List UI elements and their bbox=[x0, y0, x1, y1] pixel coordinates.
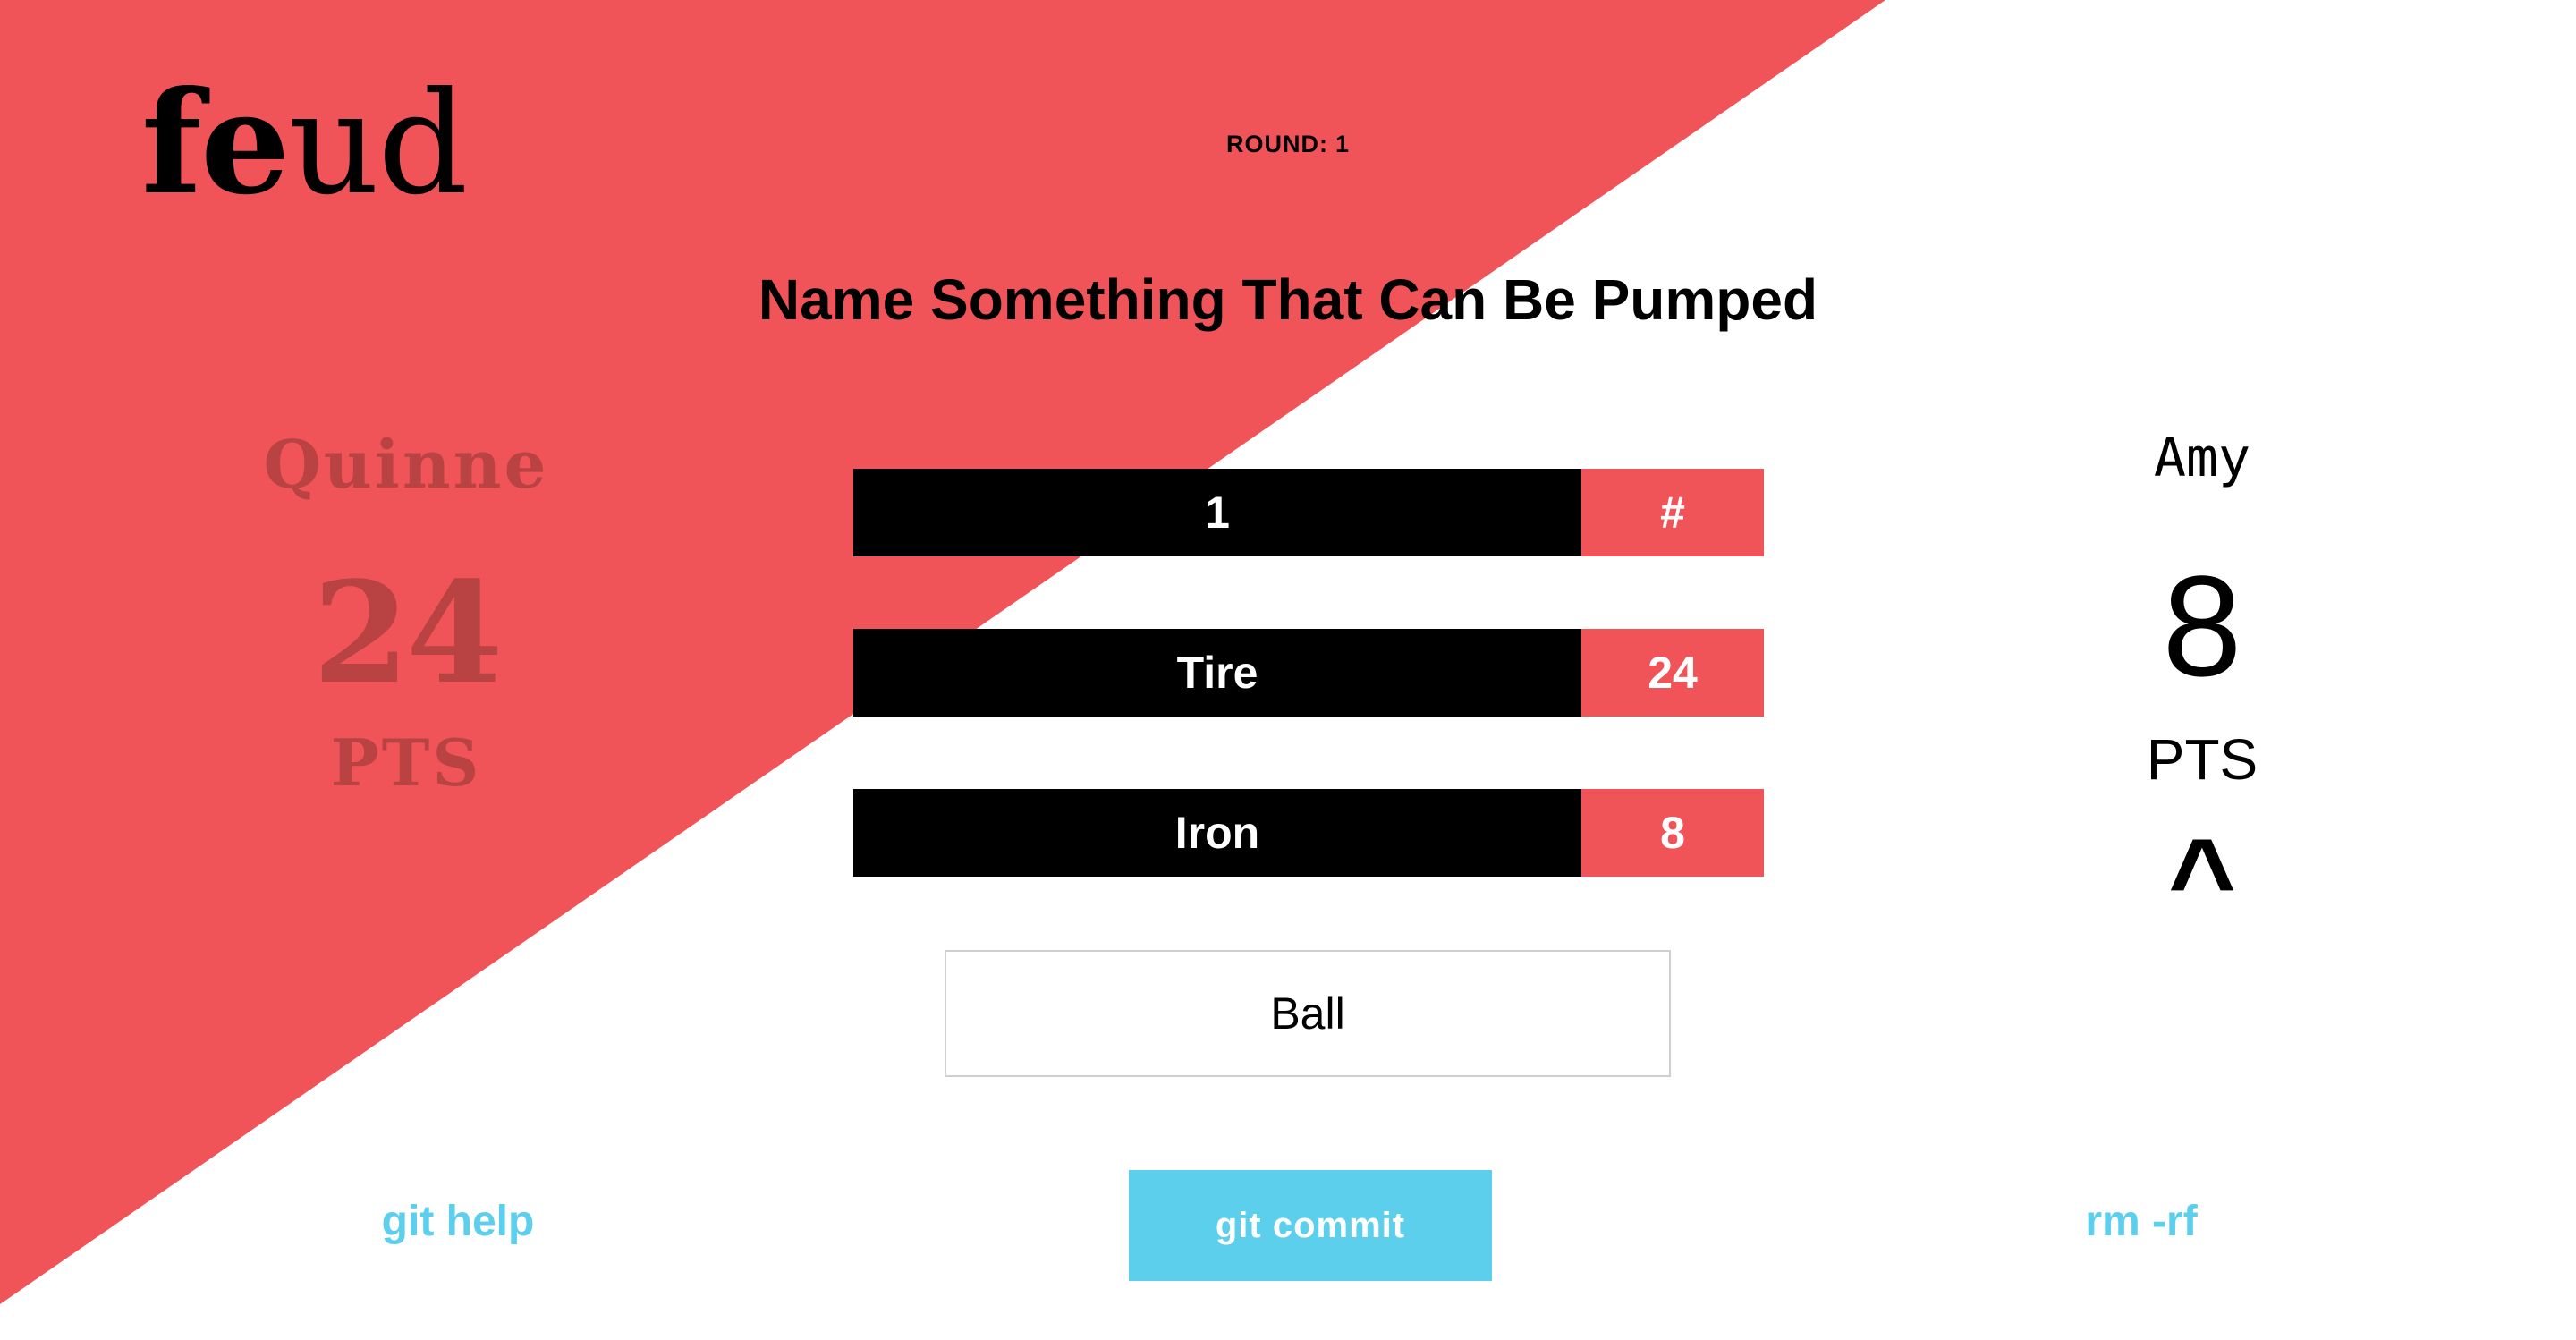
player-right-panel: Amy 8 PTS bbox=[2023, 413, 2381, 800]
player-left-panel: Quinne 24 PTS bbox=[227, 420, 585, 803]
player-left-pts-label: PTS bbox=[330, 725, 482, 801]
guess-input[interactable] bbox=[945, 950, 1671, 1077]
answer-text: Iron bbox=[853, 789, 1581, 877]
question-title: Name Something That Can Be Pumped bbox=[758, 267, 1818, 332]
answer-points: 24 bbox=[1581, 629, 1764, 717]
answer-text: 1 bbox=[853, 469, 1581, 556]
round-indicator: ROUND: 1 bbox=[0, 131, 2576, 158]
player-left-score: 24 bbox=[312, 551, 503, 715]
round-number: 1 bbox=[1335, 131, 1351, 157]
answer-text: Tire bbox=[853, 629, 1581, 717]
answer-row: Iron 8 bbox=[853, 789, 1764, 877]
player-right-name: Amy bbox=[2153, 427, 2251, 489]
answer-points: # bbox=[1581, 469, 1764, 556]
answer-row: 1 # bbox=[853, 469, 1764, 556]
player-right-pts-label: PTS bbox=[2146, 727, 2258, 792]
answer-points: 8 bbox=[1581, 789, 1764, 877]
player-right-score: 8 bbox=[2162, 546, 2242, 706]
reset-button[interactable]: rm -rf bbox=[2052, 1197, 2231, 1246]
answer-row: Tire 24 bbox=[853, 629, 1764, 717]
commit-button[interactable]: git commit bbox=[1129, 1170, 1492, 1281]
round-label: ROUND: bbox=[1225, 131, 1328, 157]
player-left-name: Quinne bbox=[263, 427, 549, 504]
turn-indicator-icon: ^ bbox=[2168, 814, 2236, 945]
help-button[interactable]: git help bbox=[369, 1197, 547, 1246]
